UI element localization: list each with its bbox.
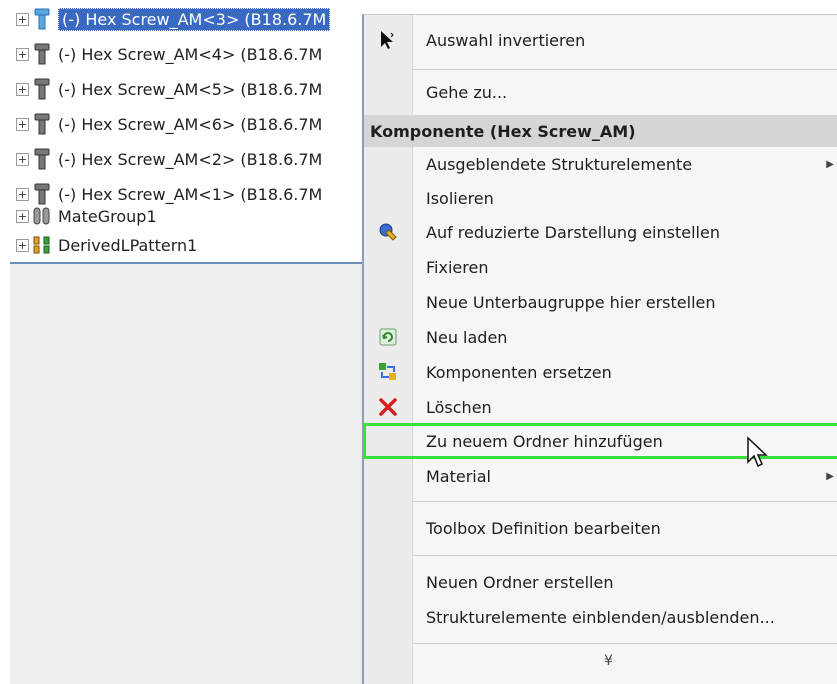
menu-item-label: Strukturelemente einblenden/ausblenden..… (426, 607, 775, 627)
tree-item-label[interactable]: (-) Hex Screw_AM<3> (B18.6.7M (58, 7, 331, 31)
menu-item-invert-selection[interactable]: Auswahl invertieren (364, 23, 837, 57)
menu-item-label: Neue Unterbaugruppe hier erstellen (426, 292, 716, 312)
tree-item-label[interactable]: (-) Hex Screw_AM<4> (B18.6.7M (58, 45, 322, 64)
menu-item-reload[interactable]: Neu laden (364, 320, 837, 354)
pattern-icon (32, 234, 52, 256)
tree-item[interactable]: + (-) Hex Screw_AM<2> (B18.6.7M (16, 142, 322, 176)
delete-icon (364, 390, 412, 424)
screen: + (-) Hex Screw_AM<3> (B18.6.7M + (-) He… (0, 0, 837, 684)
tree-item[interactable]: + (-) Hex Screw_AM<6> (B18.6.7M (16, 107, 322, 141)
tree-item-label[interactable]: (-) Hex Screw_AM<2> (B18.6.7M (58, 150, 322, 169)
menu-separator (412, 643, 837, 644)
menu-item-hidden-features[interactable]: Ausgeblendete Strukturelemente ▶ (364, 147, 837, 181)
menu-item-label: Löschen (426, 397, 492, 417)
screw-icon (32, 78, 52, 100)
menu-item-show-hide-features[interactable]: Strukturelemente einblenden/ausblenden..… (364, 600, 837, 634)
expand-icon[interactable]: + (16, 117, 29, 131)
expand-icon[interactable]: + (16, 12, 29, 26)
reload-icon (364, 320, 412, 354)
menu-separator (412, 555, 837, 556)
tree-item[interactable]: + (-) Hex Screw_AM<5> (B18.6.7M (16, 72, 322, 106)
menu-item-replace-components[interactable]: Komponenten ersetzen (364, 355, 837, 389)
menu-item-new-folder[interactable]: Neuen Ordner erstellen (364, 565, 837, 599)
menu-item-reduced-display[interactable]: Auf reduzierte Darstellung einstellen (364, 215, 837, 249)
expand-icon[interactable]: + (16, 47, 29, 61)
menu-item-label: Toolbox Definition bearbeiten (426, 518, 661, 538)
expand-icon[interactable]: + (16, 238, 29, 252)
menu-item-label: Material (426, 466, 491, 486)
mate-group-icon (32, 205, 52, 227)
mouse-cursor-icon (746, 436, 770, 474)
menu-item-label: Auf reduzierte Darstellung einstellen (426, 222, 720, 242)
tree-item-label[interactable]: (-) Hex Screw_AM<6> (B18.6.7M (58, 115, 322, 134)
menu-item-fix[interactable]: Fixieren (364, 250, 837, 284)
menu-separator (412, 501, 837, 502)
menu-item-label: Auswahl invertieren (426, 30, 586, 50)
expand-icon[interactable]: + (16, 209, 29, 223)
tree-item-label[interactable]: MateGroup1 (58, 207, 157, 226)
menu-item-label: Ausgeblendete Strukturelemente (426, 154, 693, 174)
expand-menu-icon[interactable]: ¥ (604, 653, 613, 669)
menu-item-delete[interactable]: Löschen (364, 390, 837, 424)
lightweight-icon (364, 215, 412, 249)
screw-icon (32, 148, 52, 170)
menu-item-label: Komponenten ersetzen (426, 362, 612, 382)
screw-icon (32, 8, 52, 30)
expand-icon[interactable]: + (16, 152, 29, 166)
menu-item-label: Neu laden (426, 327, 508, 347)
submenu-arrow-icon: ▶ (826, 470, 834, 482)
feature-tree: + (-) Hex Screw_AM<3> (B18.6.7M + (-) He… (10, 0, 375, 684)
menu-section-header: Komponente (Hex Screw_AM) (364, 115, 837, 147)
menu-item-isolate[interactable]: Isolieren (364, 181, 837, 215)
tree-item[interactable]: + (-) Hex Screw_AM<3> (B18.6.7M (16, 2, 331, 36)
menu-separator (412, 69, 837, 70)
tree-item-label[interactable]: (-) Hex Screw_AM<5> (B18.6.7M (58, 80, 322, 99)
menu-item-toolbox-edit[interactable]: Toolbox Definition bearbeiten (364, 511, 837, 545)
menu-item-label: Gehe zu... (426, 82, 508, 102)
tree-item[interactable]: + (-) Hex Screw_AM<4> (B18.6.7M (16, 37, 322, 71)
menu-item-new-subassembly[interactable]: Neue Unterbaugruppe hier erstellen (364, 285, 837, 319)
feature-tree-list: + (-) Hex Screw_AM<3> (B18.6.7M + (-) He… (10, 0, 375, 264)
screw-icon (32, 113, 52, 135)
menu-item-go-to[interactable]: Gehe zu... (364, 75, 837, 109)
tree-item[interactable]: + DerivedLPattern1 (16, 228, 197, 262)
menu-item-label: Fixieren (426, 257, 489, 277)
submenu-arrow-icon: ▶ (826, 158, 834, 170)
menu-item-label: Neuen Ordner erstellen (426, 572, 614, 592)
screw-icon (32, 43, 52, 65)
menu-item-label: Zu neuem Ordner hinzufügen (426, 431, 663, 451)
select-arrow-icon (364, 23, 412, 57)
tree-item-label[interactable]: DerivedLPattern1 (58, 236, 197, 255)
menu-item-label: Isolieren (426, 188, 494, 208)
replace-components-icon (364, 355, 412, 389)
expand-icon[interactable]: + (16, 82, 29, 96)
context-menu: Auswahl invertieren Gehe zu... Komponent… (362, 14, 837, 684)
